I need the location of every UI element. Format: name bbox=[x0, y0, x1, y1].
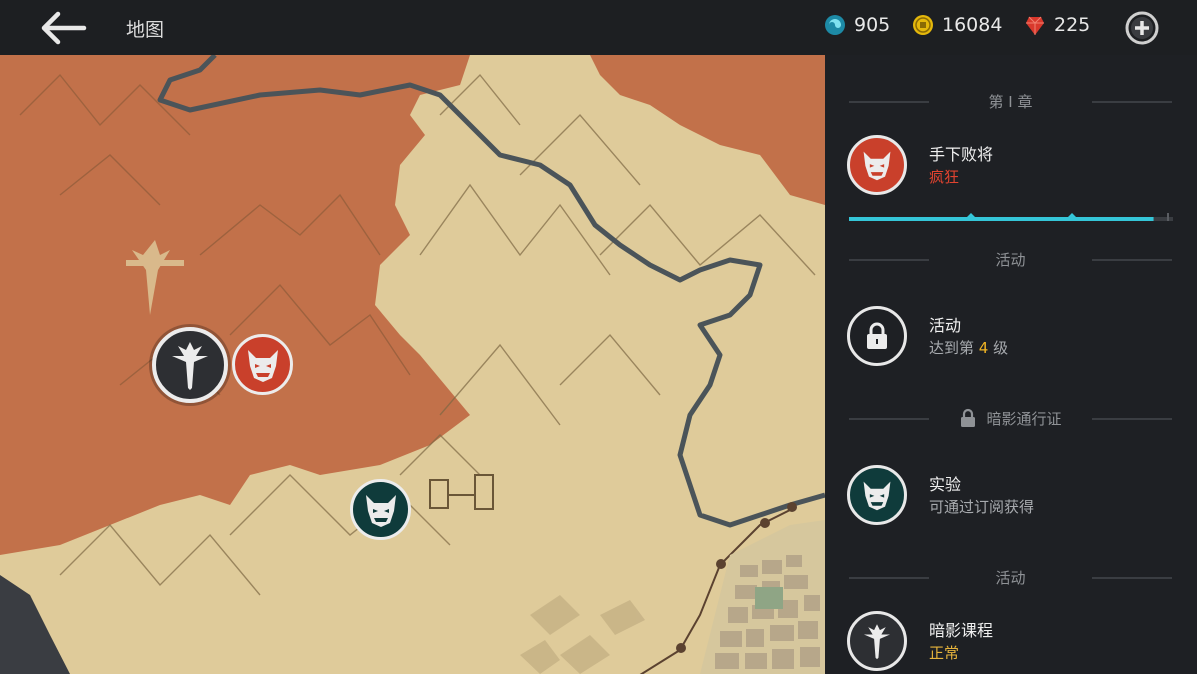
entry-name: 暗影课程 bbox=[929, 621, 994, 640]
divider bbox=[1092, 259, 1172, 261]
requirement-suffix: 级 bbox=[988, 339, 1009, 357]
entry-shadow-course[interactable]: 暗影课程 正常 bbox=[847, 611, 1177, 674]
entry-icon bbox=[847, 611, 907, 671]
gems-count: 225 bbox=[1054, 14, 1091, 36]
enemy-boss-marker[interactable] bbox=[232, 334, 293, 395]
entry-name: 手下败将 bbox=[929, 145, 994, 164]
required-level: 4 bbox=[978, 339, 989, 357]
divider bbox=[1092, 418, 1172, 420]
divider bbox=[849, 577, 929, 579]
page-title: 地图 bbox=[126, 19, 165, 41]
currency-gems: 225 bbox=[1024, 14, 1090, 36]
oni-mask-icon bbox=[863, 481, 891, 511]
difficulty-label: 疯狂 bbox=[929, 168, 960, 186]
entry-name: 活动 bbox=[929, 316, 962, 335]
section-shadow-pass: 暗影通行证 bbox=[849, 408, 1172, 428]
entry-subtitle: 可通过订阅获得 bbox=[929, 498, 1035, 516]
entry-experiment[interactable]: 实验 可通过订阅获得 bbox=[847, 465, 1177, 529]
currency-orbs: 905 bbox=[824, 14, 890, 36]
divider bbox=[1092, 577, 1172, 579]
section-activity: 活动 bbox=[849, 249, 1172, 269]
shadow-trident-icon bbox=[863, 624, 891, 660]
experiment-marker[interactable] bbox=[350, 479, 411, 540]
side-panel: 第 I 章 手下败将 疯狂 活动 活动 达到第 4 级 暗影通行证 实验 可通过… bbox=[825, 55, 1197, 674]
chapter-progress-bar bbox=[849, 210, 1173, 222]
section-chapter: 第 I 章 bbox=[849, 91, 1172, 111]
divider bbox=[849, 259, 929, 261]
lock-icon bbox=[867, 322, 887, 349]
gold-coin-icon bbox=[913, 15, 933, 35]
difficulty-label: 正常 bbox=[929, 644, 960, 662]
oni-mask-icon bbox=[863, 151, 891, 181]
add-currency-button[interactable] bbox=[1124, 10, 1160, 46]
entry-icon bbox=[847, 306, 907, 366]
world-map[interactable] bbox=[0, 55, 825, 674]
swirl-orb-icon bbox=[825, 15, 845, 35]
oni-mask-icon bbox=[247, 349, 278, 382]
divider bbox=[849, 418, 929, 420]
section-title: 第 I 章 bbox=[988, 92, 1033, 111]
map-terrain bbox=[0, 55, 825, 674]
divider bbox=[849, 101, 929, 103]
red-gem-icon bbox=[1026, 16, 1044, 35]
entry-defeated-general[interactable]: 手下败将 疯狂 bbox=[847, 135, 1177, 199]
entry-icon bbox=[847, 465, 907, 525]
plus-icon bbox=[1125, 11, 1159, 45]
entry-icon bbox=[847, 135, 907, 195]
unlock-requirement: 达到第 4 级 bbox=[929, 337, 1008, 358]
currency-coins: 16084 bbox=[912, 14, 1002, 36]
orbs-count: 905 bbox=[854, 14, 891, 36]
coins-count: 16084 bbox=[942, 14, 1003, 36]
section-activity-2: 活动 bbox=[849, 567, 1172, 587]
section-title: 活动 bbox=[995, 250, 1026, 269]
entry-activity-locked[interactable]: 活动 达到第 4 级 bbox=[847, 306, 1177, 370]
divider bbox=[1092, 101, 1172, 103]
oni-mask-icon bbox=[365, 494, 396, 527]
lock-icon bbox=[961, 408, 976, 427]
entry-name: 实验 bbox=[929, 475, 962, 494]
requirement-prefix: 达到第 bbox=[929, 339, 979, 357]
shadow-trident-icon bbox=[172, 342, 208, 390]
section-title: 活动 bbox=[995, 568, 1026, 587]
top-bar: 地图 905 16084 225 bbox=[0, 0, 1197, 55]
back-arrow-icon[interactable] bbox=[38, 10, 90, 46]
shadow-stronghold-marker[interactable] bbox=[152, 327, 228, 403]
section-title: 暗影通行证 bbox=[986, 409, 1062, 428]
